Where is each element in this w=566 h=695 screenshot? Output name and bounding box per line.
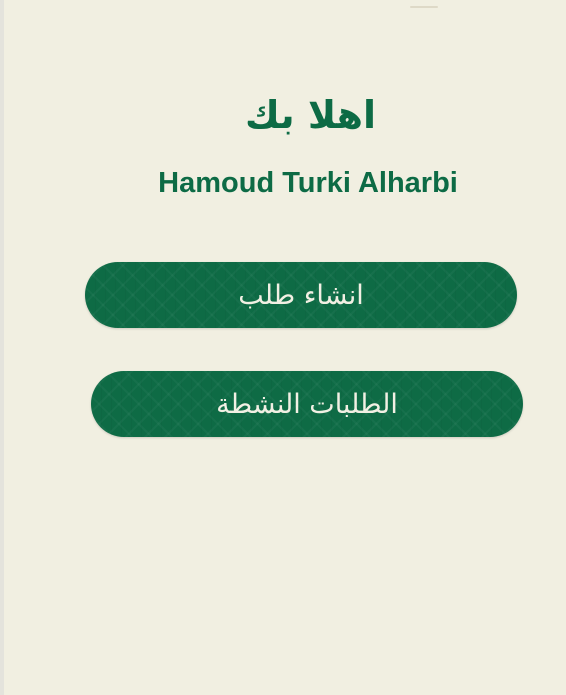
top-drag-indicator [410,6,438,8]
active-requests-label: الطلبات النشطة [216,388,398,420]
active-requests-button[interactable]: الطلبات النشطة [91,371,523,437]
create-request-button[interactable]: انشاء طلب [85,262,517,328]
user-name: Hamoud Turki Alharbi [158,167,458,199]
welcome-greeting: اهلا بك [244,93,377,137]
create-request-label: انشاء طلب [238,279,364,311]
